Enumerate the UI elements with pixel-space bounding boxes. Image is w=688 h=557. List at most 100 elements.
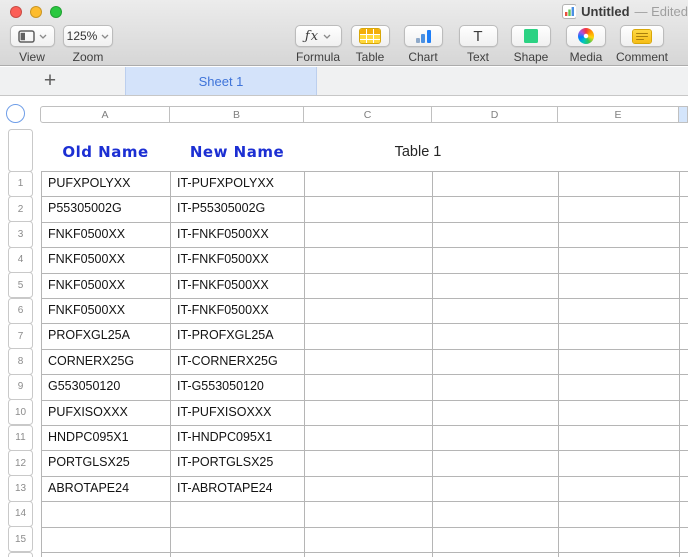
cell-old-name[interactable]: [48, 501, 166, 526]
cell-new-name[interactable]: [177, 527, 307, 552]
table-select-handle[interactable]: [6, 104, 25, 123]
row-number-cell[interactable]: 4: [8, 247, 33, 273]
cell-old-name[interactable]: G553050120: [48, 374, 166, 399]
row-number: 4: [18, 254, 24, 265]
cell-old-name[interactable]: FNKF0500XX: [48, 222, 166, 247]
cell-new-name[interactable]: IT-PROFXGL25A: [177, 323, 307, 348]
header-old-name[interactable]: Old Name: [41, 139, 170, 165]
row-number-cell[interactable]: 5: [8, 272, 33, 298]
cell-old-name[interactable]: PUFXPOLYXX: [48, 171, 166, 196]
zoom-window-button[interactable]: [50, 6, 62, 18]
header-new-name[interactable]: New Name: [170, 139, 304, 165]
column-header-E[interactable]: E: [557, 106, 679, 123]
row-number: 9: [18, 381, 24, 392]
table-grid-icon: [360, 29, 380, 43]
grid-line-horizontal: [41, 552, 688, 553]
cell-new-name[interactable]: IT-PUFXISOXXX: [177, 400, 307, 425]
grid-line-horizontal: [41, 171, 688, 172]
column-header-C[interactable]: C: [303, 106, 432, 123]
cell-old-name[interactable]: P55305002G: [48, 196, 166, 221]
row-number-cell[interactable]: [8, 552, 33, 557]
comment-button[interactable]: [620, 25, 664, 47]
zoom-value: 125%: [67, 29, 98, 43]
grid-line-vertical: [432, 171, 433, 557]
text-button[interactable]: T: [459, 25, 498, 47]
row-number: 3: [18, 229, 24, 240]
row-number: 5: [18, 280, 24, 291]
row-number-cell[interactable]: 13: [8, 475, 33, 501]
row-number-cell[interactable]: 9: [8, 374, 33, 400]
row-number-cell[interactable]: 8: [8, 348, 33, 374]
chevron-down-icon: [39, 34, 47, 39]
cell-old-name[interactable]: PROFXGL25A: [48, 323, 166, 348]
grid-line-horizontal: [41, 298, 688, 299]
grid-line-vertical: [170, 171, 171, 557]
row-number-cell[interactable]: 12: [8, 450, 33, 476]
row-number: 2: [18, 204, 24, 215]
table-title[interactable]: Table 1: [343, 140, 493, 164]
column-header-A[interactable]: A: [40, 106, 170, 123]
row-number-cell[interactable]: 2: [8, 196, 33, 222]
cell-new-name[interactable]: IT-FNKF0500XX: [177, 247, 307, 272]
tab-sheet-1[interactable]: Sheet 1: [125, 67, 317, 95]
column-header-B[interactable]: B: [169, 106, 304, 123]
cell-old-name[interactable]: FNKF0500XX: [48, 273, 166, 298]
view-label: View: [19, 50, 45, 64]
row-number-cell[interactable]: 11: [8, 425, 33, 451]
table-button[interactable]: [351, 25, 390, 47]
cell-new-name[interactable]: IT-FNKF0500XX: [177, 273, 307, 298]
row-number-cell[interactable]: 10: [8, 399, 33, 425]
media-pinwheel-icon: [578, 28, 594, 44]
formula-button[interactable]: ƒx: [295, 25, 342, 47]
chart-button[interactable]: [404, 25, 443, 47]
cell-new-name[interactable]: IT-FNKF0500XX: [177, 222, 307, 247]
cell-new-name[interactable]: IT-PUFXPOLYXX: [177, 171, 307, 196]
text-label: Text: [467, 50, 489, 64]
cell-new-name[interactable]: IT-G553050120: [177, 374, 307, 399]
text-icon: T: [473, 28, 482, 45]
cell-new-name[interactable]: [177, 501, 307, 526]
row-number-cell[interactable]: 7: [8, 323, 33, 349]
close-window-button[interactable]: [10, 6, 22, 18]
media-button[interactable]: [566, 25, 606, 47]
shape-button[interactable]: [511, 25, 551, 47]
zoom-dropdown[interactable]: 125%: [63, 25, 113, 47]
sheet-tab-bar: + Sheet 1: [0, 67, 688, 96]
add-sheet-button[interactable]: +: [38, 68, 62, 94]
row-number: 1: [18, 178, 24, 189]
minimize-window-button[interactable]: [30, 6, 42, 18]
cell-old-name[interactable]: HNDPC095X1: [48, 425, 166, 450]
edited-status: — Edited: [635, 4, 688, 19]
row-number-cell[interactable]: 1: [8, 171, 33, 197]
cell-new-name[interactable]: IT-HNDPC095X1: [177, 425, 307, 450]
row-number-cell[interactable]: 14: [8, 501, 33, 527]
grid-line-horizontal: [41, 527, 688, 528]
cell-old-name[interactable]: FNKF0500XX: [48, 247, 166, 272]
cell-old-name[interactable]: CORNERX25G: [48, 349, 166, 374]
row-number: 10: [15, 407, 26, 418]
shape-label: Shape: [514, 50, 549, 64]
grid-line-horizontal: [41, 222, 688, 223]
cell-old-name[interactable]: [48, 527, 166, 552]
column-header-partial[interactable]: [678, 106, 688, 123]
header-row-gutter[interactable]: [8, 129, 33, 172]
cell-old-name[interactable]: PUFXISOXXX: [48, 400, 166, 425]
view-button[interactable]: [10, 25, 55, 47]
column-header-D[interactable]: D: [431, 106, 558, 123]
cell-old-name[interactable]: PORTGLSX25: [48, 450, 166, 475]
cell-old-name[interactable]: ABROTAPE24: [48, 476, 166, 501]
cell-old-name[interactable]: FNKF0500XX: [48, 298, 166, 323]
grid-line-horizontal: [41, 349, 688, 350]
formula-label: Formula: [296, 50, 340, 64]
grid-line-horizontal: [41, 374, 688, 375]
chevron-down-icon: [101, 34, 109, 39]
row-number-cell[interactable]: 3: [8, 221, 33, 247]
cell-new-name[interactable]: IT-ABROTAPE24: [177, 476, 307, 501]
cell-new-name[interactable]: IT-PORTGLSX25: [177, 450, 307, 475]
row-number-cell[interactable]: 6: [8, 298, 33, 324]
row-number: 6: [18, 305, 24, 316]
cell-new-name[interactable]: IT-CORNERX25G: [177, 349, 307, 374]
cell-new-name[interactable]: IT-P55305002G: [177, 196, 307, 221]
cell-new-name[interactable]: IT-FNKF0500XX: [177, 298, 307, 323]
row-number-cell[interactable]: 15: [8, 526, 33, 552]
